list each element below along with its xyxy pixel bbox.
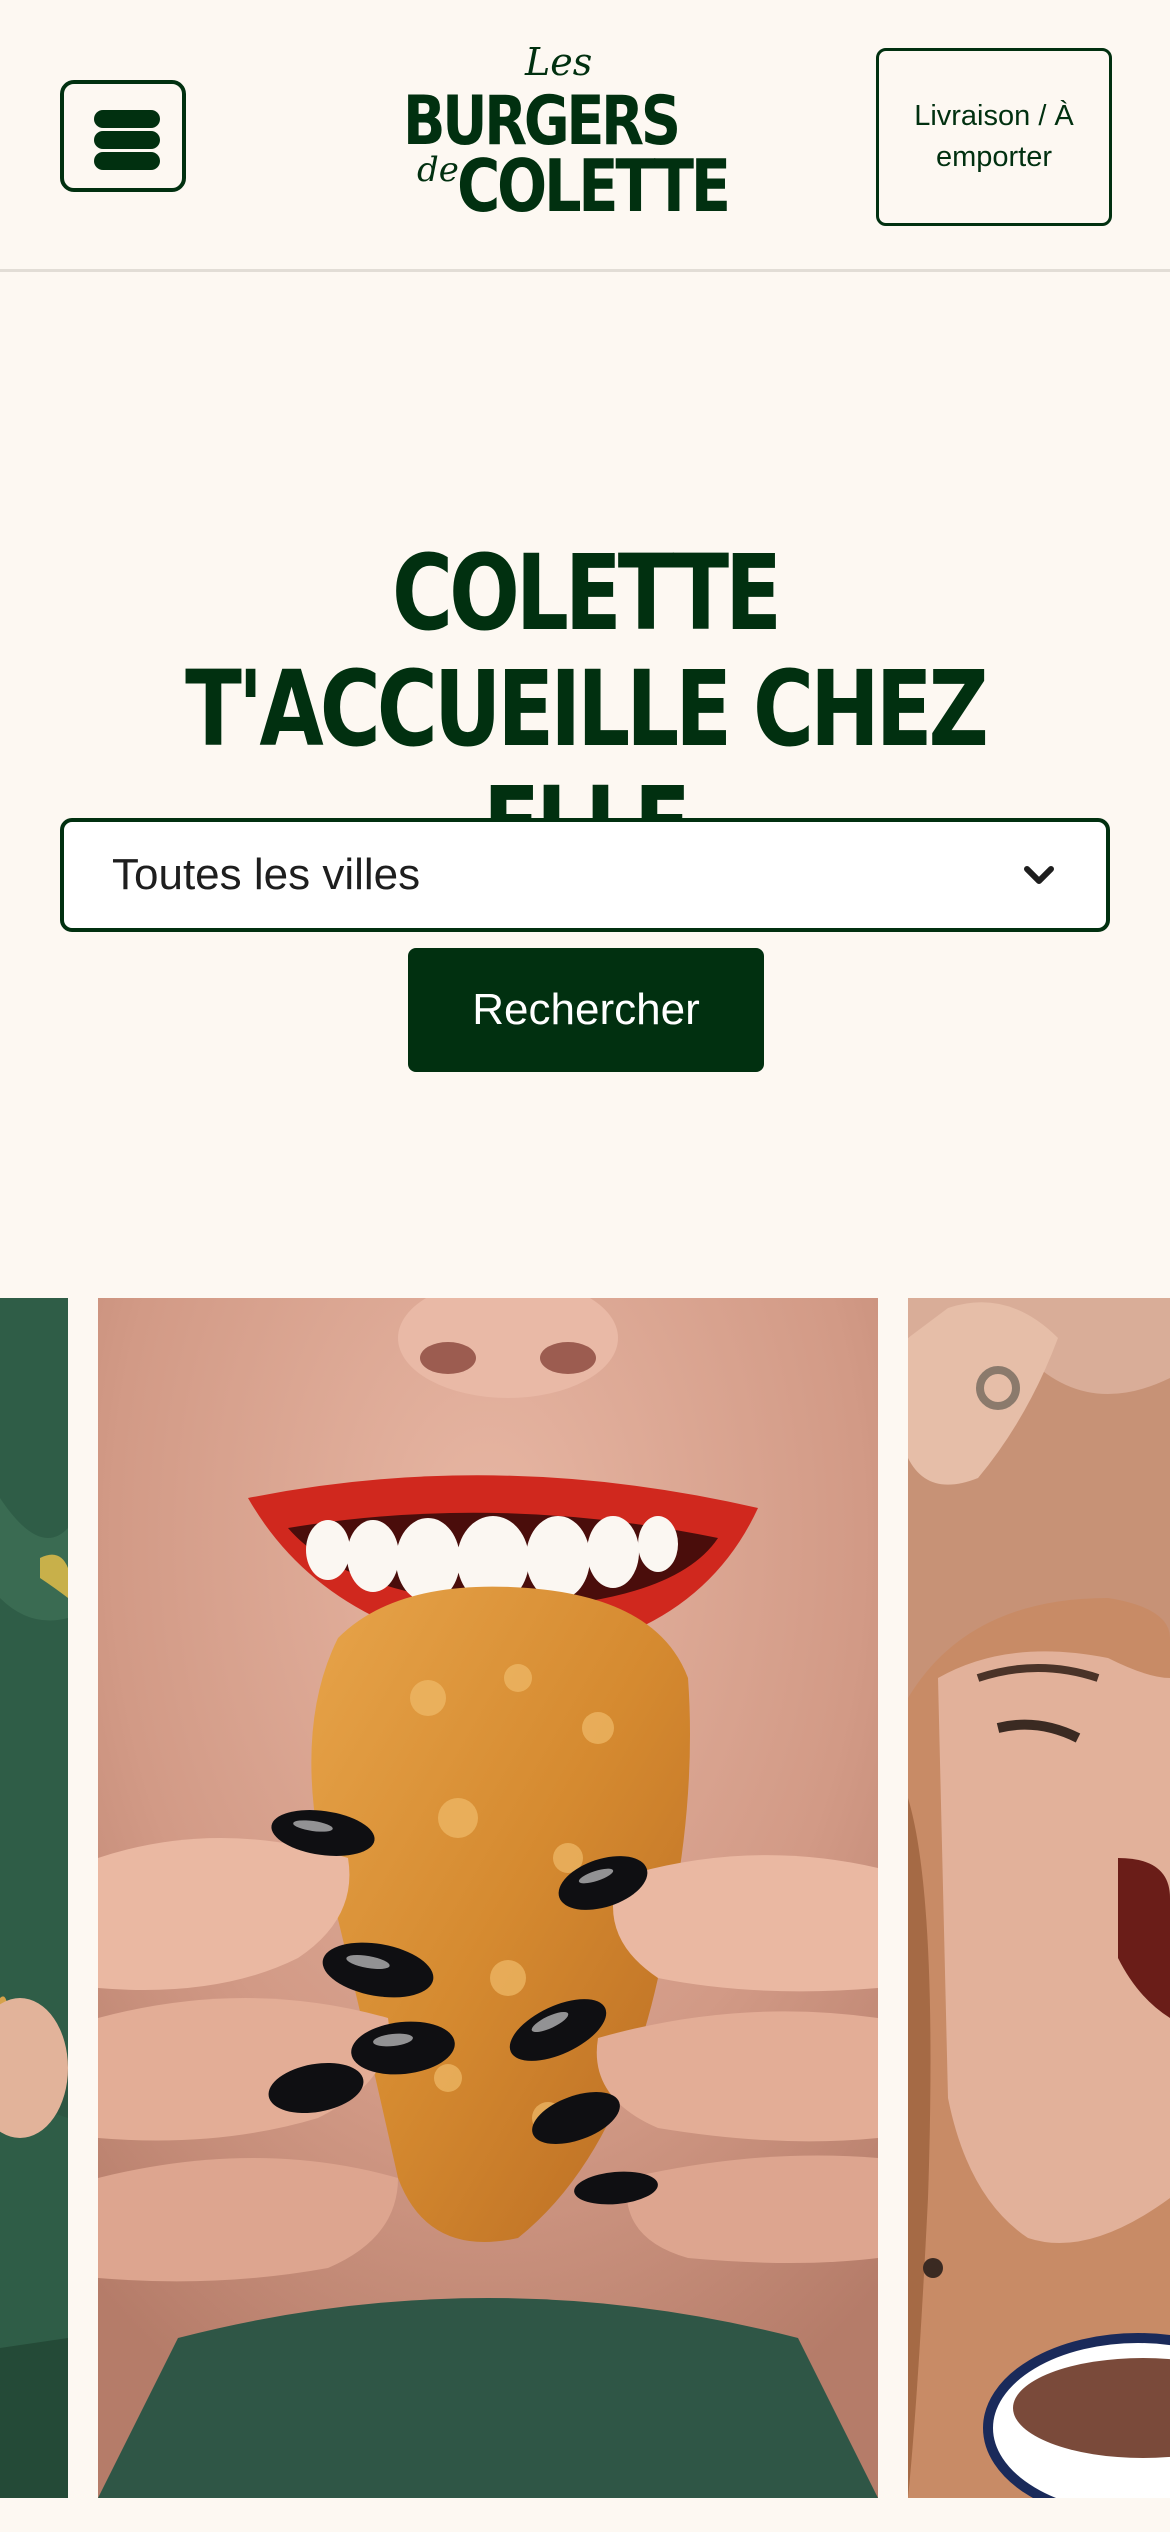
brand-logo[interactable]: Les BURGERS de COLETTE bbox=[395, 40, 775, 240]
carousel-slide-current[interactable] bbox=[98, 1298, 878, 2498]
slide-next-photo bbox=[908, 1298, 1170, 2498]
search-button[interactable]: Rechercher bbox=[408, 948, 764, 1072]
logo-colette: COLETTE bbox=[457, 144, 731, 228]
delivery-takeaway-button[interactable]: Livraison / À emporter bbox=[876, 48, 1112, 226]
slide-prev-photo bbox=[0, 1298, 68, 2498]
site-header: Les BURGERS de COLETTE Livraison / À emp… bbox=[0, 0, 1170, 272]
menu-button[interactable] bbox=[60, 80, 186, 192]
chevron-down-icon bbox=[1022, 858, 1056, 892]
slide-current-photo bbox=[98, 1298, 878, 2498]
logo-de: de bbox=[417, 150, 459, 190]
logo-les: Les bbox=[525, 40, 593, 84]
photo-carousel[interactable] bbox=[0, 1298, 1170, 2498]
carousel-slide-prev[interactable] bbox=[0, 1298, 68, 2498]
city-select-value: Toutes les villes bbox=[112, 850, 421, 899]
city-select[interactable]: Toutes les villes bbox=[60, 818, 1110, 932]
carousel-slide-next[interactable] bbox=[908, 1298, 1170, 2498]
